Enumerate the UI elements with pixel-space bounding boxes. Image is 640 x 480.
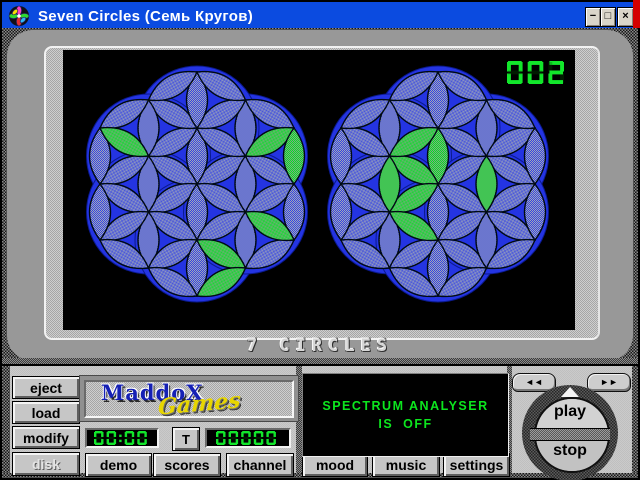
stop-button[interactable]: stop	[534, 442, 606, 460]
score-lcd	[205, 428, 291, 448]
modify-button[interactable]: modify	[12, 426, 80, 449]
spectrum-line2: IS OFF	[378, 417, 433, 431]
desktop-corner	[633, 0, 640, 28]
game-screen[interactable]	[63, 50, 575, 330]
minimize-icon[interactable]: −	[585, 7, 601, 27]
dial-band	[530, 428, 610, 441]
dial-pointer-icon	[561, 387, 579, 397]
demo-button[interactable]: demo	[85, 453, 152, 477]
play-button[interactable]: play	[534, 403, 606, 421]
move-counter-display	[507, 61, 570, 84]
timer-lcd	[85, 428, 159, 448]
flower-patterns-svg	[86, 65, 549, 303]
close-icon[interactable]: ×	[617, 7, 634, 27]
app-icon	[8, 5, 30, 27]
window-title: Seven Circles (Семь Кругов)	[38, 8, 254, 25]
game-window: Seven Circles (Семь Кругов) − □ × 7 CIRC…	[0, 0, 640, 480]
title-bar: Seven Circles (Семь Кругов) − □ ×	[2, 2, 634, 29]
fast-forward-icon[interactable]: ►►	[587, 373, 631, 392]
scores-button[interactable]: scores	[153, 453, 221, 477]
channel-button[interactable]: channel	[226, 453, 294, 477]
spectrum-line1: SPECTRUM ANALYSER	[322, 399, 489, 413]
panel-edge-right	[632, 366, 638, 478]
maximize-icon[interactable]: □	[600, 7, 616, 27]
t-button[interactable]: T	[172, 427, 200, 451]
spectrum-analyser-display: SPECTRUM ANALYSER IS OFF	[302, 373, 509, 457]
panel-edge-left	[2, 366, 10, 478]
eject-button[interactable]: eject	[12, 376, 80, 399]
load-button[interactable]: load	[12, 401, 80, 424]
screen-caption: 7 CIRCLES	[246, 336, 394, 356]
disk-button[interactable]: disk	[12, 452, 80, 476]
